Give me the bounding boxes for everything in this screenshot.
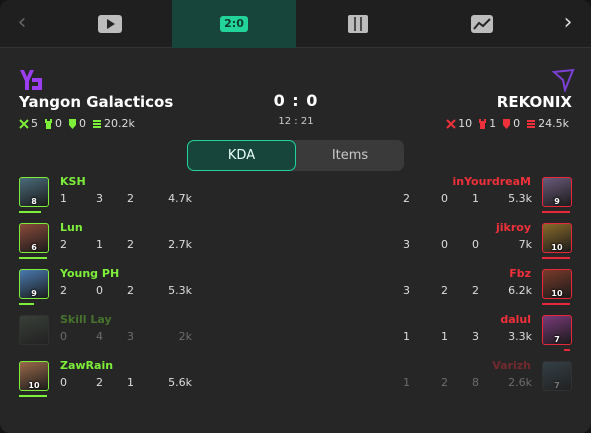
kills-value: 2	[403, 192, 410, 205]
deaths-value: 2	[441, 284, 448, 297]
deaths-value: 1	[441, 330, 448, 343]
deaths-value: 0	[441, 192, 448, 205]
assists-value: 2	[472, 284, 479, 297]
dire-towers: 1	[489, 117, 497, 130]
dire-networth: 24.5k	[538, 117, 569, 130]
match-time: 12 : 21	[278, 116, 314, 127]
chart-icon	[471, 15, 493, 33]
deaths-value: 2	[441, 376, 448, 389]
hero-portrait[interactable]: 9	[542, 177, 572, 207]
tower-icon	[45, 118, 52, 129]
kills-value: 3	[403, 284, 410, 297]
player-name[interactable]: inYourdreaM	[453, 175, 532, 188]
radiant-towers: 0	[55, 117, 62, 130]
radiant-barracks: 0	[79, 117, 86, 130]
top-nav: ‹ 2:0 ›	[0, 0, 591, 48]
prev-arrow-icon[interactable]: ‹	[12, 12, 32, 34]
assists-value: 8	[472, 376, 479, 389]
match-score: 0 : 0	[273, 91, 319, 110]
player-row[interactable]: 10 Fbz 3 2 2 6.2k	[0, 264, 591, 310]
map-icon	[348, 15, 368, 33]
next-arrow-icon[interactable]: ›	[558, 12, 578, 34]
hero-level: 10	[551, 289, 563, 298]
yg-logo	[20, 70, 42, 90]
player-name[interactable]: jikroy	[496, 221, 531, 234]
player-name[interactable]: dalul	[500, 313, 531, 326]
health-bar	[542, 211, 570, 213]
hero-level: 7	[554, 381, 560, 390]
player-row[interactable]: 7 Varizh 1 2 8 2.6k	[0, 356, 591, 402]
assists-value: 3	[472, 330, 479, 343]
networth-value: 5.3k	[508, 192, 532, 205]
hero-portrait[interactable]: 7	[542, 361, 572, 391]
player-row[interactable]: 9 inYourdreaM 2 0 1 5.3k	[0, 172, 591, 218]
hero-portrait[interactable]: 10	[542, 269, 572, 299]
dire-stats: 10 1 0 24.5k	[446, 117, 572, 130]
networth-value: 2.6k	[508, 376, 532, 389]
kda-tab[interactable]: KDA	[187, 140, 296, 171]
assists-value: 1	[472, 192, 479, 205]
kills-icon	[446, 118, 456, 129]
radiant-stats: 5 0 0 20.2k	[19, 117, 138, 130]
match-panel: ‹ 2:0 › Yangon Galacticos 5 0 0 20.2k 0 …	[0, 0, 591, 433]
view-toggle: KDA Items	[187, 140, 404, 171]
radiant-team-name: Yangon Galacticos	[19, 93, 174, 111]
health-bar	[564, 349, 570, 351]
barracks-icon	[69, 118, 76, 129]
assists-value: 0	[472, 238, 479, 251]
radiant-kills: 5	[31, 117, 38, 130]
barracks-icon	[503, 118, 511, 129]
play-icon	[98, 15, 122, 33]
networth-value: 3.3k	[508, 330, 532, 343]
hero-level: 7	[554, 335, 560, 344]
player-row[interactable]: 7 dalul 1 1 3 3.3k	[0, 310, 591, 356]
dire-barracks: 0	[513, 117, 521, 130]
tab-video[interactable]	[48, 0, 172, 48]
networth-value: 6.2k	[508, 284, 532, 297]
rekonix-logo	[551, 68, 575, 92]
kills-value: 1	[403, 330, 410, 343]
hero-portrait[interactable]: 7	[542, 315, 572, 345]
kills-value: 3	[403, 238, 410, 251]
gold-icon	[527, 119, 536, 128]
player-row[interactable]: 10 jikroy 3 0 0 7k	[0, 218, 591, 264]
tab-score[interactable]: 2:0	[172, 0, 296, 48]
tab-map[interactable]	[296, 0, 420, 48]
networth-value: 7k	[518, 238, 532, 251]
health-bar	[542, 303, 570, 305]
tab-graph[interactable]	[420, 0, 544, 48]
dire-kills: 10	[458, 117, 473, 130]
health-bar	[542, 257, 570, 259]
hero-portrait[interactable]: 10	[542, 223, 572, 253]
score-icon: 2:0	[220, 16, 248, 32]
hero-level: 10	[551, 243, 563, 252]
kills-icon	[19, 118, 29, 129]
player-name[interactable]: Varizh	[492, 359, 531, 372]
dire-team-name: REKONIX	[496, 93, 572, 111]
radiant-networth: 20.2k	[104, 117, 135, 130]
kills-value: 1	[403, 376, 410, 389]
gold-icon	[93, 119, 101, 128]
tower-icon	[479, 118, 487, 129]
player-name[interactable]: Fbz	[509, 267, 531, 280]
deaths-value: 0	[441, 238, 448, 251]
hero-level: 9	[554, 197, 560, 206]
items-tab[interactable]: Items	[296, 140, 404, 171]
